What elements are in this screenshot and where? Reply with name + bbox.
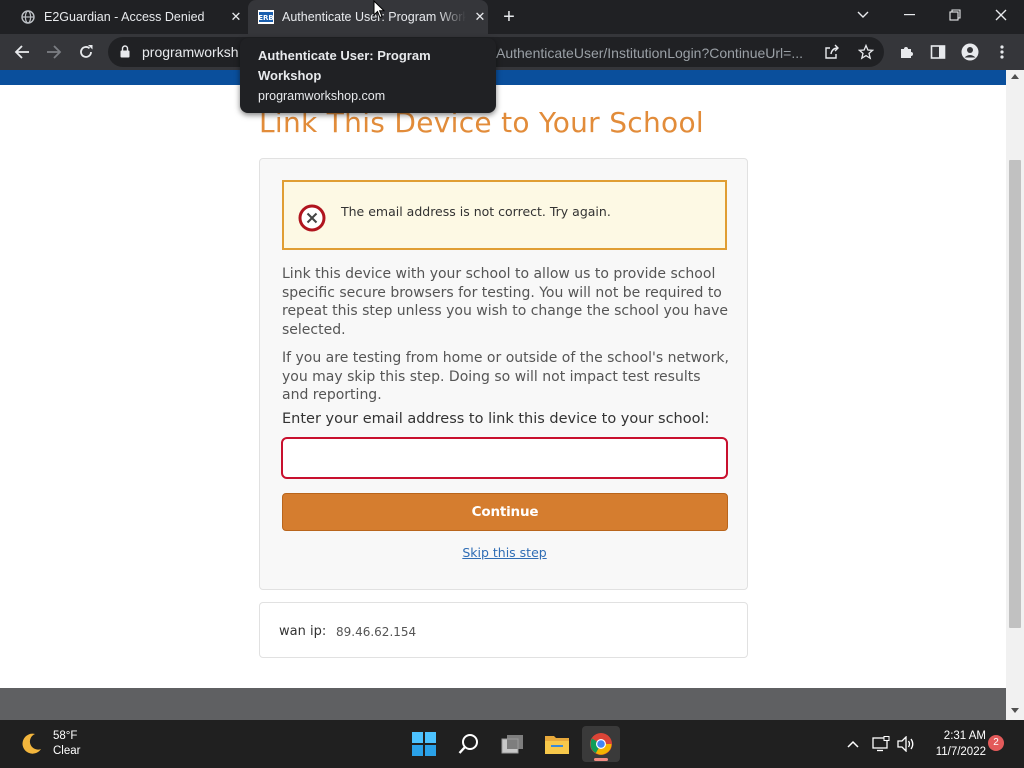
speaker-icon — [897, 736, 914, 752]
tab-strip: E2Guardian - Access Denied ✕ ERB Authent… — [0, 0, 1024, 34]
tab-e2guardian[interactable]: E2Guardian - Access Denied ✕ — [12, 0, 244, 34]
error-circle-icon — [298, 204, 326, 232]
intro-paragraph: Link this device with your school to all… — [282, 266, 728, 338]
lock-icon[interactable] — [120, 45, 130, 63]
scroll-up-arrow-icon[interactable] — [1011, 74, 1019, 79]
chrome-icon — [590, 733, 612, 755]
mouse-cursor-icon — [373, 0, 385, 19]
email-label: Enter your email address to link this de… — [282, 411, 710, 427]
side-panel-icon — [930, 45, 946, 59]
minimize-button[interactable] — [886, 0, 932, 30]
tab-title: E2Guardian - Access Denied — [44, 10, 205, 24]
file-explorer-icon — [545, 736, 569, 754]
windows-start-icon — [412, 732, 436, 756]
bookmark-star-icon[interactable] — [856, 42, 876, 62]
clock-time: 2:31 AM — [943, 730, 986, 742]
scroll-down-arrow-icon[interactable] — [1011, 708, 1019, 713]
address-bar[interactable]: programworksh AuthenticateUser/Instituti… — [108, 37, 884, 67]
close-tab-icon[interactable]: ✕ — [472, 9, 488, 25]
new-tab-button[interactable]: + — [498, 7, 520, 27]
active-app-indicator — [594, 758, 608, 761]
tab-search-button[interactable] — [840, 0, 886, 30]
tab-authenticate-user[interactable]: ERB Authenticate User: Program Workshop … — [248, 0, 488, 34]
page-viewport: Link This Device to Your School The emai… — [0, 70, 1006, 720]
skip-info-paragraph: If you are testing from home or outside … — [282, 350, 729, 403]
globe-icon — [20, 9, 36, 25]
chrome-taskbar-button[interactable] — [582, 726, 620, 762]
chevron-up-icon — [847, 740, 859, 748]
site-header-bar — [0, 70, 1006, 85]
wan-ip-box: wan ip: 89.46.62.154 — [259, 602, 748, 658]
task-view-button[interactable] — [494, 726, 532, 762]
profile-icon — [961, 43, 979, 61]
weather-temp: 58°F — [53, 730, 78, 742]
reload-button[interactable] — [72, 38, 100, 66]
close-window-button[interactable] — [978, 0, 1024, 30]
link-device-card: The email address is not correct. Try ag… — [259, 158, 748, 590]
back-button[interactable] — [8, 38, 36, 66]
skip-this-step-link[interactable]: Skip this step — [260, 545, 749, 560]
volume-button[interactable] — [896, 734, 916, 754]
email-field[interactable] — [281, 437, 728, 479]
kebab-menu-icon — [1000, 45, 1004, 59]
url-path: AuthenticateUser/InstitutionLogin?Contin… — [496, 45, 804, 61]
weather-condition: Clear — [53, 745, 81, 757]
windows-start-button[interactable] — [405, 726, 443, 762]
puzzle-icon — [901, 47, 913, 58]
restore-icon — [949, 9, 961, 21]
tab-hover-card: Authenticate User: Program Workshop prog… — [240, 38, 496, 113]
clock-date: 11/7/2022 — [935, 746, 986, 758]
continue-button[interactable]: Continue — [282, 493, 728, 531]
restore-button[interactable] — [932, 0, 978, 30]
forward-arrow-icon — [47, 45, 62, 59]
back-arrow-icon — [14, 45, 29, 59]
chevron-down-icon — [857, 11, 869, 18]
taskbar-clock[interactable]: 2:31 AM 11/7/2022 — [920, 728, 986, 760]
weather-widget[interactable]: 58°F Clear — [18, 729, 80, 759]
network-icon — [872, 736, 890, 752]
notification-badge[interactable]: 2 — [988, 735, 1004, 751]
erb-favicon-text: ERB — [258, 14, 274, 22]
scrollbar-thumb[interactable] — [1009, 160, 1021, 628]
hover-card-domain: programworkshop.com — [258, 89, 386, 103]
moon-icon — [22, 733, 41, 754]
share-icon[interactable] — [822, 42, 842, 62]
error-alert: The email address is not correct. Try ag… — [282, 180, 727, 250]
error-message: The email address is not correct. Try ag… — [341, 204, 611, 219]
minimize-icon — [903, 14, 915, 16]
reload-icon — [80, 45, 93, 58]
wan-ip-value: 89.46.62.154 — [336, 625, 417, 639]
extensions-button[interactable] — [892, 38, 920, 66]
task-view-icon — [501, 735, 523, 754]
show-hidden-icons-button[interactable] — [843, 734, 863, 754]
search-button[interactable] — [450, 726, 488, 762]
site-footer — [0, 688, 1006, 720]
browser-toolbar: programworksh AuthenticateUser/Instituti… — [0, 34, 1024, 70]
side-panel-button[interactable] — [924, 38, 952, 66]
profile-button[interactable] — [956, 38, 984, 66]
page-scrollbar[interactable] — [1006, 70, 1024, 720]
url-host: programworksh — [142, 44, 239, 60]
menu-button[interactable] — [988, 38, 1016, 66]
windows-taskbar: 58°F Clear 2:31 AM 11/7/2022 2 — [0, 720, 1024, 768]
search-icon — [458, 734, 478, 754]
forward-button[interactable] — [40, 38, 68, 66]
erb-favicon: ERB — [258, 9, 274, 25]
file-explorer-button[interactable] — [538, 726, 576, 762]
hover-card-title: Authenticate User: Program Workshop — [258, 48, 431, 83]
close-icon — [995, 9, 1007, 21]
close-tab-icon[interactable]: ✕ — [228, 9, 244, 25]
wan-ip-label: wan ip: — [279, 624, 327, 639]
network-button[interactable] — [871, 734, 891, 754]
